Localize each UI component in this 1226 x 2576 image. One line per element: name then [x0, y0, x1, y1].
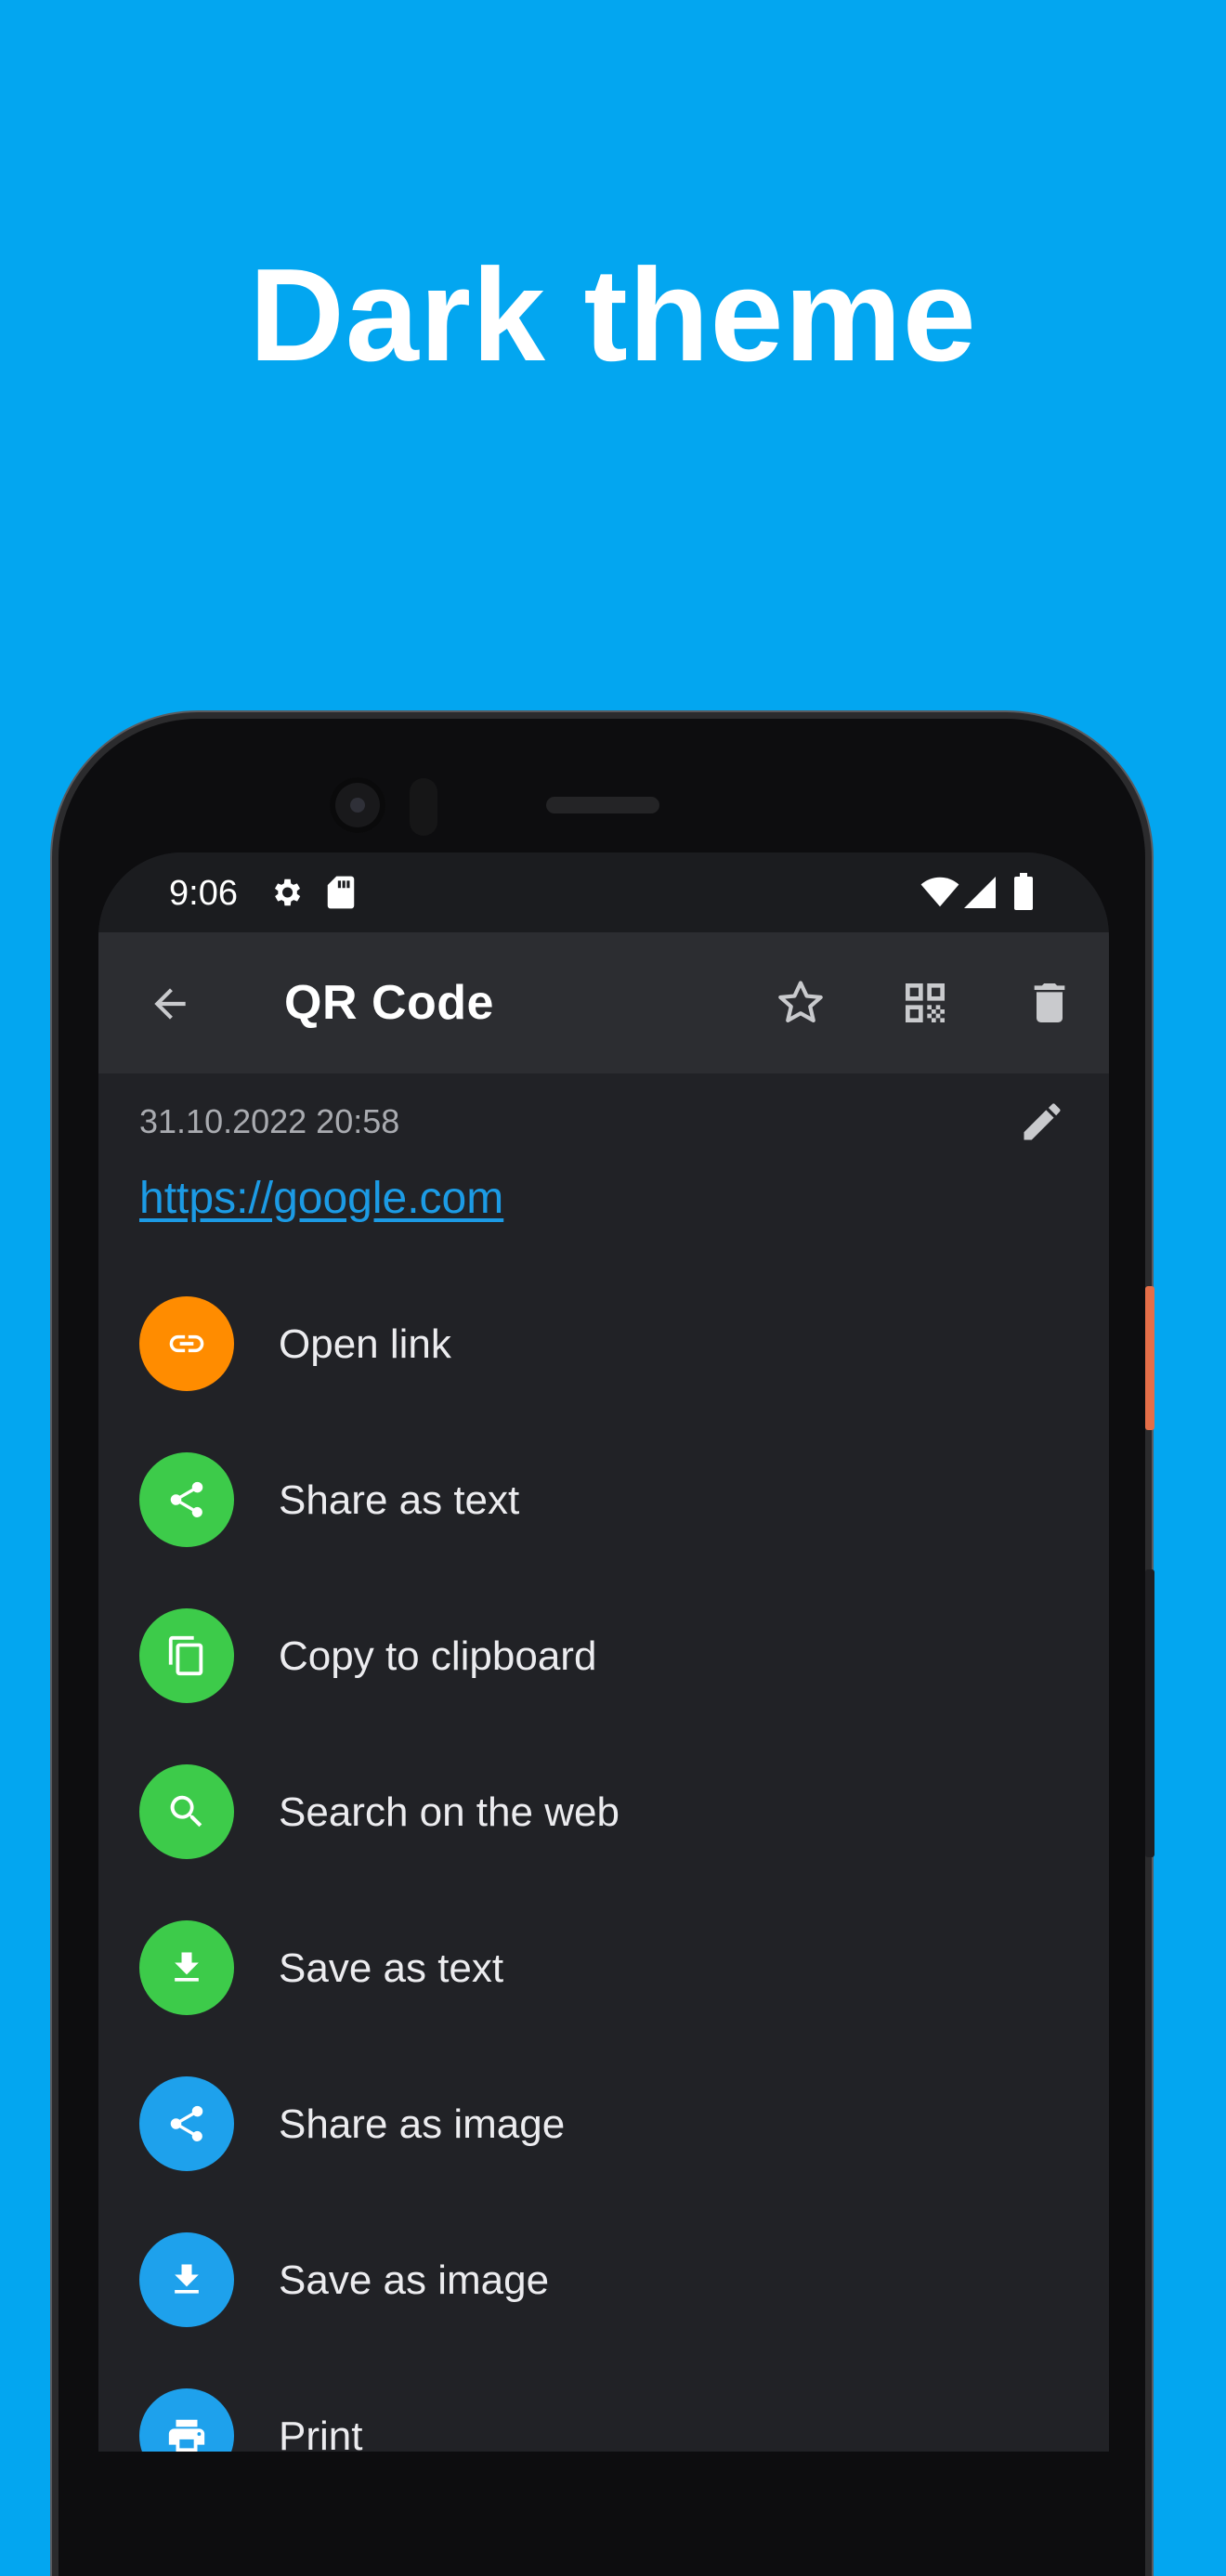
- action-label: Copy to clipboard: [279, 1633, 597, 1679]
- promo-title: Dark theme: [249, 241, 977, 389]
- sensor: [410, 778, 437, 836]
- back-arrow-icon[interactable]: [147, 981, 193, 1032]
- scanned-url-link[interactable]: https://google.com: [139, 1172, 503, 1226]
- wifi-icon: [920, 877, 959, 913]
- status-time: 9:06: [169, 874, 238, 913]
- action-save-as-text[interactable]: Save as text: [139, 1920, 1068, 2076]
- action-list: Open link Share as text Copy to clipboar…: [139, 1296, 1068, 2452]
- star-outline-icon[interactable]: [775, 977, 827, 1034]
- edit-pencil-icon[interactable]: [1018, 1098, 1066, 1151]
- action-share-as-image[interactable]: Share as image: [139, 2076, 1068, 2232]
- front-camera: [330, 777, 385, 833]
- share-icon: [139, 1452, 234, 1547]
- action-label: Share as text: [279, 1477, 520, 1523]
- download-icon: [139, 1920, 234, 2015]
- action-copy-to-clipboard[interactable]: Copy to clipboard: [139, 1608, 1068, 1764]
- settings-gear-icon: [268, 875, 304, 915]
- link-icon: [139, 1296, 234, 1391]
- search-icon: [139, 1764, 234, 1859]
- action-search-on-web[interactable]: Search on the web: [139, 1764, 1068, 1920]
- action-label: Share as image: [279, 2101, 566, 2147]
- action-label: Open link: [279, 1321, 451, 1367]
- print-icon: [139, 2388, 234, 2452]
- action-label: Search on the web: [279, 1789, 620, 1835]
- earpiece-speaker: [546, 797, 659, 813]
- download-icon: [139, 2232, 234, 2327]
- battery-icon: [1014, 873, 1033, 915]
- scan-date: 31.10.2022 20:58: [139, 1102, 400, 1140]
- cellular-signal-icon: [963, 877, 997, 913]
- phone-screen: 9:06 QR Code 31.10.2022 20:58 https://go…: [98, 852, 1109, 2452]
- app-bar: QR Code: [98, 932, 1109, 1073]
- volume-button: [1145, 1569, 1154, 1857]
- trash-icon[interactable]: [1024, 977, 1076, 1034]
- qr-code-icon[interactable]: [899, 977, 951, 1034]
- copy-icon: [139, 1608, 234, 1703]
- action-save-as-image[interactable]: Save as image: [139, 2232, 1068, 2388]
- status-bar: 9:06: [98, 852, 1109, 932]
- action-open-link[interactable]: Open link: [139, 1296, 1068, 1452]
- power-button: [1145, 1286, 1154, 1430]
- sd-card-icon: [325, 875, 357, 915]
- action-label: Save as image: [279, 2257, 550, 2303]
- action-label: Print: [279, 2413, 363, 2452]
- page-title: QR Code: [284, 976, 494, 1030]
- action-label: Save as text: [279, 1945, 504, 1991]
- action-share-as-text[interactable]: Share as text: [139, 1452, 1068, 1608]
- share-icon: [139, 2076, 234, 2171]
- action-print[interactable]: Print: [139, 2388, 1068, 2452]
